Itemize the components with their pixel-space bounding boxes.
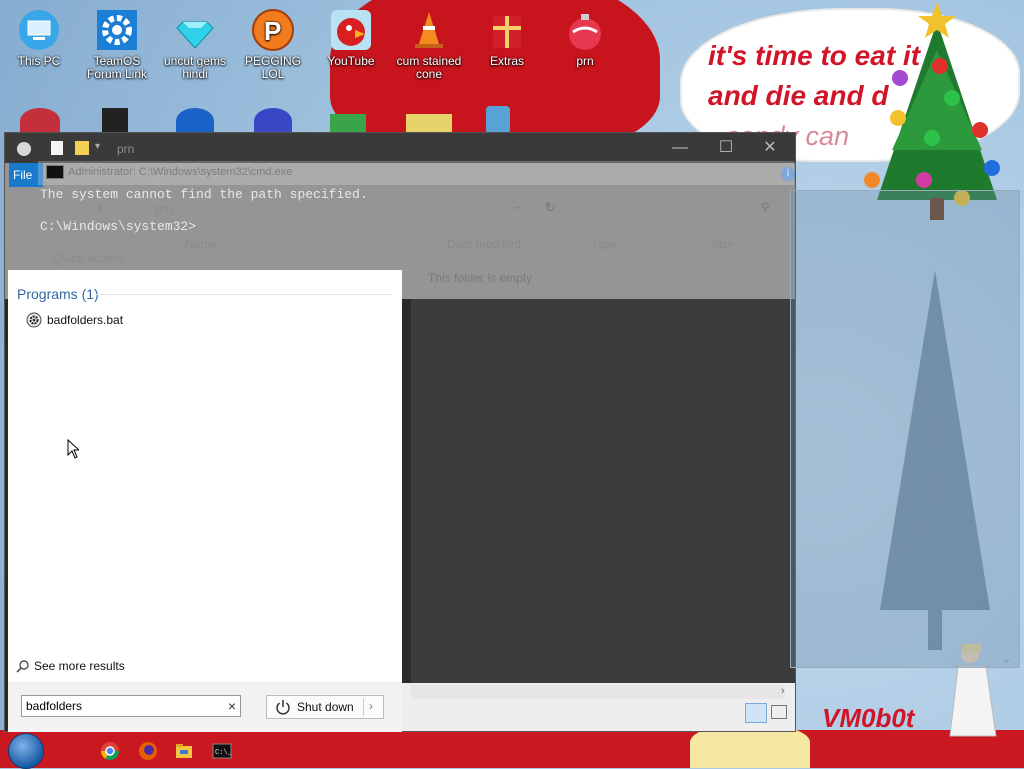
nav-quick-access[interactable]: Quick access: [53, 251, 124, 265]
desktop-icon-label: This PC: [17, 54, 61, 68]
desktop-icon-prn[interactable]: prn: [548, 8, 622, 68]
cmd-prompt-line[interactable]: C:\Windows\system32>: [40, 219, 196, 234]
cmd-window-icon: [46, 165, 64, 179]
ornament-icon: [563, 8, 607, 52]
cmd-output-line: The system cannot find the path specifie…: [40, 187, 368, 202]
see-more-results-label: See more results: [34, 659, 125, 673]
scroll-right-icon[interactable]: ›: [781, 685, 785, 697]
explorer-content-pane[interactable]: [411, 299, 795, 731]
desktop-icon-partial[interactable]: [330, 114, 366, 134]
traffic-cone-icon: [407, 8, 451, 52]
shut-down-label: Shut down: [297, 700, 354, 714]
chrome-icon[interactable]: [100, 741, 120, 761]
desktop-icon-youtube[interactable]: YouTube: [314, 8, 388, 68]
desktop-icon-label: Extras: [489, 54, 524, 68]
angry-bird-icon: [329, 8, 373, 52]
desktop-icon-label: prn: [576, 54, 594, 68]
power-icon: [276, 700, 290, 715]
desktop-icon-label: cum stained cone: [396, 54, 462, 81]
desktop-icon-pegging-lol[interactable]: P PEGGING LOL: [236, 8, 310, 81]
firefox-icon[interactable]: [138, 741, 158, 761]
search-box[interactable]: ×: [21, 695, 241, 717]
large-icons-view-icon[interactable]: [771, 705, 787, 719]
batch-file-icon: [26, 312, 42, 328]
explorer-side-scroll-area[interactable]: [790, 190, 1020, 668]
scroll-down-icon[interactable]: ⌄: [1002, 652, 1011, 665]
svg-text:C:\_: C:\_: [215, 749, 232, 757]
desktop-icon-teamos-forum-link[interactable]: TeamOS Forum Link: [80, 8, 154, 81]
empty-folder-message: This folder is empty: [428, 271, 533, 285]
divider: [96, 294, 392, 295]
horizontal-scrollbar[interactable]: [411, 685, 785, 699]
desktop-icon-label: TeamOS Forum Link: [86, 54, 148, 81]
column-header-date-modified[interactable]: Date modified: [447, 237, 521, 251]
back-arrow-icon[interactable]: ←: [23, 201, 36, 216]
start-search-panel[interactable]: Programs (1) badfolders.bat See more res…: [8, 270, 402, 732]
see-more-results-link[interactable]: See more results: [16, 659, 125, 673]
up-arrow-icon[interactable]: ↑: [97, 201, 103, 215]
search-result-item[interactable]: badfolders.bat: [26, 310, 123, 330]
desktop-icon-this-pc[interactable]: This PC: [2, 8, 76, 68]
explorer-app-icon: [17, 142, 31, 156]
quick-access-dropdown-icon[interactable]: ▾: [95, 141, 100, 152]
desktop-icon-partial[interactable]: [486, 106, 510, 134]
desktop-icon-partial[interactable]: [102, 108, 128, 134]
mouse-cursor-icon: [67, 439, 79, 459]
desktop-icon-extras[interactable]: Extras: [470, 8, 544, 68]
column-header-type[interactable]: Type: [591, 237, 617, 251]
clear-search-icon[interactable]: ×: [228, 698, 236, 714]
desktop-icon-label: YouTube: [327, 54, 375, 68]
desktop-icon-uncut-gems[interactable]: uncut gems hindi: [158, 8, 232, 81]
desktop-icon-partial[interactable]: [20, 108, 60, 134]
shut-down-button[interactable]: Shut down ›: [266, 695, 384, 719]
desktop-icon-partial[interactable]: [176, 108, 214, 134]
gem-icon: [173, 8, 217, 52]
column-header-size[interactable]: Size: [711, 237, 734, 251]
minimize-icon[interactable]: —: [657, 133, 703, 163]
search-icon: [16, 660, 29, 673]
gift-box-icon: [485, 8, 529, 52]
cmd-icon[interactable]: C:\_: [212, 741, 232, 761]
search-input[interactable]: [26, 698, 214, 714]
details-view-icon[interactable]: [745, 703, 767, 723]
new-folder-icon[interactable]: [75, 141, 89, 155]
gear-icon: [95, 8, 139, 52]
file-explorer-icon[interactable]: [174, 741, 194, 761]
address-bar[interactable]: prn: [155, 202, 172, 216]
close-icon[interactable]: ✕: [747, 133, 793, 163]
results-group-heading: Programs (1): [17, 286, 99, 302]
divider: [363, 698, 364, 716]
explorer-title: prn: [117, 142, 135, 156]
this-pc-icon: [17, 8, 61, 52]
search-result-label: badfolders.bat: [47, 313, 124, 327]
cmd-window-title: Administrator: C:\Windows\system32\cmd.e…: [68, 166, 293, 178]
desktop-icon-partial[interactable]: [406, 114, 452, 134]
desktop-icon-label: PEGGING LOL: [244, 54, 301, 81]
peggle-icon: P: [251, 8, 295, 52]
desktop-icon-cum-stained-cone[interactable]: cum stained cone: [392, 8, 466, 81]
shut-down-options-icon[interactable]: ›: [369, 699, 373, 713]
maximize-icon[interactable]: ☐: [703, 133, 749, 163]
column-header-name[interactable]: Name: [185, 237, 217, 251]
svg-text:P: P: [264, 16, 281, 46]
desktop-icon-partial[interactable]: [254, 108, 292, 134]
desktop-icon-label: uncut gems hindi: [163, 54, 227, 81]
wallpaper-signature: VM0b0t: [822, 703, 915, 733]
address-dropdown-icon[interactable]: ⌄: [513, 201, 521, 212]
search-icon[interactable]: ⚲: [761, 200, 770, 214]
start-button[interactable]: [8, 733, 44, 769]
refresh-icon[interactable]: ↻: [545, 200, 556, 216]
properties-icon[interactable]: [51, 141, 63, 155]
